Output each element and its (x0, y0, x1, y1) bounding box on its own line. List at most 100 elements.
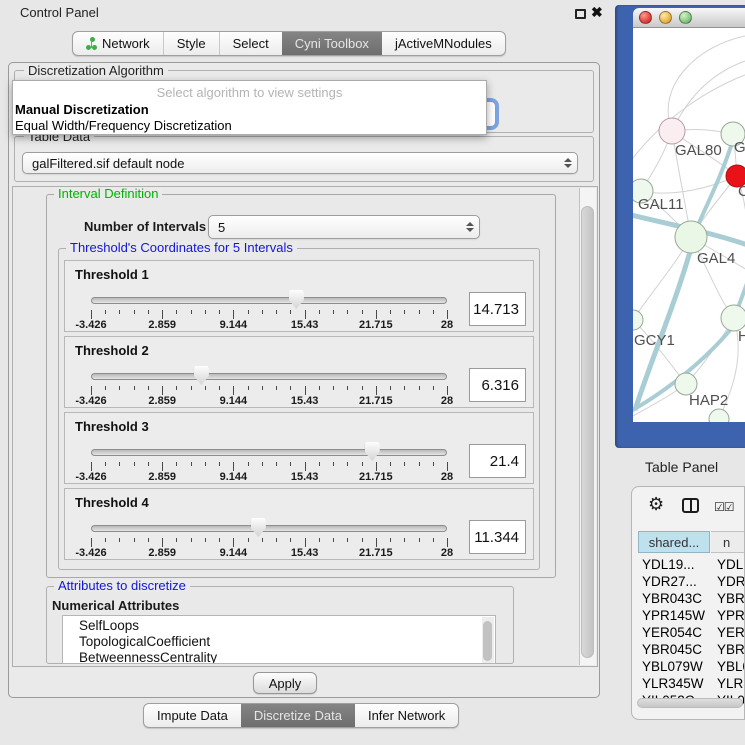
tick-mark (390, 310, 391, 314)
table-row[interactable]: YDL19...YDL1 (632, 557, 745, 574)
slider-ticks (91, 386, 447, 395)
slider-thumb[interactable] (251, 518, 266, 537)
threshold-3-value-field[interactable] (469, 444, 526, 478)
tick-label: -3.426 (75, 395, 106, 407)
tick-label: 21.715 (359, 547, 393, 559)
cell: YBL0 (717, 659, 745, 674)
list-scrollbar[interactable] (482, 617, 494, 664)
column-header-name[interactable]: n (711, 531, 745, 553)
tab-select[interactable]: Select (219, 32, 282, 55)
tick-label: -3.426 (75, 319, 106, 331)
gear-icon[interactable]: ⚙ (648, 495, 664, 513)
tick-mark (248, 310, 249, 314)
tab-impute-data[interactable]: Impute Data (144, 704, 241, 727)
slider-thumb[interactable] (194, 366, 209, 385)
tick-mark (319, 462, 320, 466)
node-gcy1[interactable] (633, 310, 643, 330)
network-graph: GAL80 GA C GAL11 GAL4 GCY1 H HAP2 (633, 28, 745, 422)
threshold-1-value-field[interactable] (469, 292, 526, 326)
tick-label: 2.859 (148, 395, 176, 407)
slider-tick-labels: -3.4262.8599.14415.4321.71528 (91, 395, 447, 407)
tick-mark (276, 386, 277, 390)
slider-ticks (91, 310, 447, 319)
attributes-group-label: Attributes to discretize (54, 579, 190, 593)
tick-mark (376, 462, 377, 471)
threshold-1-slider[interactable]: -3.4262.8599.14415.4321.71528 (91, 261, 447, 333)
tick-mark (91, 310, 92, 319)
network-canvas[interactable]: GAL80 GA C GAL11 GAL4 GCY1 H HAP2 (633, 28, 745, 422)
dropdown-option-manual[interactable]: Manual Discretization (15, 102, 486, 117)
column-header-shared[interactable]: shared... (638, 531, 710, 553)
list-item[interactable]: SelfLoops (79, 618, 139, 633)
tab-style[interactable]: Style (163, 32, 219, 55)
tick-label: -3.426 (75, 547, 106, 559)
tick-mark (176, 462, 177, 466)
node-gal4[interactable] (675, 221, 707, 253)
thresholds-group-label: Threshold's Coordinates for 5 Intervals (66, 241, 297, 255)
tick-mark (290, 386, 291, 390)
node-label: C (738, 183, 745, 200)
threshold-2-slider[interactable]: -3.4262.8599.14415.4321.71528 (91, 337, 447, 409)
tab-infer-network[interactable]: Infer Network (355, 704, 458, 727)
node-bottom[interactable] (709, 409, 729, 422)
control-panel-window: Control Panel ✖ Network Style Select Cyn… (0, 0, 745, 745)
tick-mark (333, 310, 334, 314)
table-row[interactable]: YBR043CYBR0 (632, 591, 745, 608)
slider-track[interactable] (91, 373, 447, 380)
float-window-icon[interactable] (575, 9, 586, 19)
slider-thumb[interactable] (365, 442, 380, 461)
slider-ticks (91, 462, 447, 471)
node-gal80[interactable] (659, 118, 685, 144)
minimize-traffic-light-icon[interactable] (659, 11, 672, 24)
dropdown-placeholder: Select algorithm to view settings (13, 85, 486, 100)
tab-jactivemnodules[interactable]: jActiveMNodules (382, 32, 505, 55)
table-row[interactable]: YBL079WYBL0 (632, 659, 745, 676)
tab-discretize-data[interactable]: Discretize Data (241, 704, 355, 727)
table-row[interactable]: YBR045CYBR0 (632, 642, 745, 659)
threshold-1-row: Threshold 1 -3.4262.8599.14415.4321.7152… (64, 260, 534, 332)
table-row[interactable]: YER054CYER0 (632, 625, 745, 642)
columns-icon[interactable] (682, 498, 699, 513)
threshold-3-slider[interactable]: -3.4262.8599.14415.4321.71528 (91, 413, 447, 485)
list-item[interactable]: BetweennessCentrality (79, 650, 217, 664)
tick-mark (219, 310, 220, 314)
threshold-4-value-field[interactable] (469, 520, 526, 554)
tick-label: 28 (441, 471, 453, 483)
slider-thumb[interactable] (289, 290, 304, 309)
zoom-traffic-light-icon[interactable] (679, 11, 692, 24)
threshold-4-row: Threshold 4 -3.4262.8599.14415.4321.7152… (64, 488, 534, 560)
network-window-titlebar[interactable] (633, 8, 745, 28)
tick-mark (262, 386, 263, 390)
combo-stepper-icon[interactable] (461, 222, 479, 232)
tick-mark (347, 310, 348, 314)
tick-mark (205, 310, 206, 314)
checkbox-columns-icon[interactable]: ☑☑ (714, 500, 734, 514)
vertical-scrollbar-thumb[interactable] (581, 206, 594, 658)
node-label: GAL80 (675, 142, 722, 159)
slider-track[interactable] (91, 525, 447, 532)
table-row[interactable]: YLR345WYLR3 (632, 676, 745, 693)
table-data-combobox[interactable]: galFiltered.sif default node (22, 152, 578, 174)
threshold-2-value-field[interactable] (469, 368, 526, 402)
tab-cyni-toolbox[interactable]: Cyni Toolbox (282, 32, 382, 55)
apply-button[interactable]: Apply (253, 672, 317, 694)
cell: YDL1 (717, 557, 745, 572)
threshold-4-slider[interactable]: -3.4262.8599.14415.4321.71528 (91, 489, 447, 561)
horizontal-scrollbar-thumb[interactable] (637, 698, 743, 708)
slider-track[interactable] (91, 449, 447, 456)
number-of-intervals-combobox[interactable]: 5 (208, 215, 480, 239)
close-traffic-light-icon[interactable] (639, 11, 652, 24)
numerical-attributes-list[interactable]: SelfLoops TopologicalCoefficient Between… (62, 615, 496, 664)
tick-mark (404, 310, 405, 314)
slider-track[interactable] (91, 297, 447, 304)
dropdown-option-equal-width[interactable]: Equal Width/Frequency Discretization (15, 118, 486, 133)
list-scrollbar-thumb[interactable] (483, 621, 492, 661)
close-icon[interactable]: ✖ (591, 4, 603, 21)
tick-mark (248, 386, 249, 390)
list-item[interactable]: TopologicalCoefficient (79, 634, 210, 649)
tab-network[interactable]: Network (73, 32, 163, 55)
table-row[interactable]: YDR27...YDR2 (632, 574, 745, 591)
title-bar: Control Panel (0, 0, 620, 24)
combo-stepper-icon[interactable] (559, 158, 577, 168)
table-row[interactable]: YPR145WYPR1 (632, 608, 745, 625)
